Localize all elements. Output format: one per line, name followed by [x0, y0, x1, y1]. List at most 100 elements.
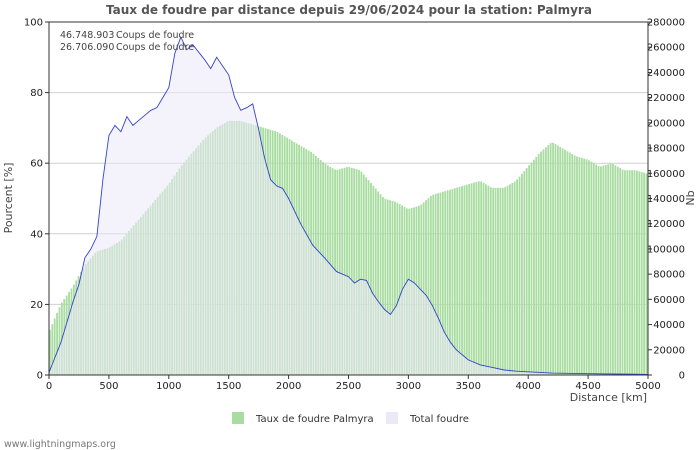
bar	[612, 163, 614, 375]
bar	[585, 159, 588, 375]
bar	[542, 149, 545, 375]
bar	[631, 170, 634, 375]
bar	[521, 173, 523, 375]
legend-item-total[interactable]: Total foudre	[386, 412, 469, 425]
y-left-tick-label: 80	[30, 88, 43, 99]
y-right-tick-label: 240000	[647, 68, 685, 79]
bar	[475, 181, 478, 375]
bar	[566, 151, 569, 375]
footer-site-link[interactable]: www.lightningmaps.org	[4, 439, 116, 450]
y-right-tick-label: 0	[679, 371, 685, 382]
bar	[530, 162, 533, 375]
legend-swatch	[232, 412, 244, 424]
chart: Taux de foudre par distance depuis 29/06…	[2, 3, 697, 450]
bar	[480, 181, 483, 375]
bar	[609, 163, 612, 375]
bar	[525, 168, 528, 375]
bar	[518, 176, 521, 375]
x-tick-label: 1500	[216, 381, 241, 392]
y-right-tick-label: 220000	[647, 93, 685, 104]
legend-label: Total foudre	[409, 414, 469, 425]
x-tick-label: 3000	[396, 381, 421, 392]
bar	[456, 187, 459, 375]
y-right-tick-label: 120000	[647, 219, 685, 230]
chart-title: Taux de foudre par distance depuis 29/06…	[106, 3, 592, 17]
bar	[607, 164, 610, 375]
x-axis-label: Distance [km]	[570, 391, 647, 404]
y-right-tick-label: 40000	[653, 320, 685, 331]
y-left-tick-label: 20	[30, 300, 43, 311]
bar	[597, 166, 600, 375]
bar	[588, 160, 590, 375]
x-tick-label: 2000	[276, 381, 301, 392]
legend-swatch	[386, 412, 398, 424]
bar	[633, 170, 636, 375]
y-left-tick-label: 60	[30, 159, 43, 170]
bar	[568, 152, 571, 375]
bar	[621, 169, 624, 375]
bar	[614, 165, 617, 375]
bar	[640, 172, 643, 375]
y-left-tick-label: 100	[24, 18, 43, 29]
legend: Taux de foudre Palmyra Total foudre	[232, 412, 469, 425]
y-right-tick-label: 140000	[647, 194, 685, 205]
legend-item-taux[interactable]: Taux de foudre Palmyra	[232, 412, 374, 425]
x-axis: 0 500 1000 1500 2000 2500 3000 3500 4000 4500 5000	[46, 375, 661, 392]
y-right-tick-label: 200000	[647, 118, 685, 129]
stat-label: Coups de foudre	[116, 30, 194, 41]
bar	[494, 187, 497, 375]
bar	[580, 157, 583, 375]
bar	[477, 181, 480, 375]
x-tick-label: 4000	[515, 381, 540, 392]
bar	[523, 170, 526, 375]
y-right-tick-label: 80000	[653, 270, 685, 281]
bar	[544, 147, 547, 375]
y-axis-left: 0 20 40 60 80 100	[24, 18, 49, 382]
bar	[532, 159, 535, 375]
x-tick-label: 3500	[456, 381, 481, 392]
legend-label: Taux de foudre Palmyra	[255, 414, 374, 425]
bar	[556, 145, 559, 375]
bar	[626, 170, 629, 375]
bar	[583, 158, 586, 375]
bar	[458, 186, 461, 375]
y-axis-right-label: Nb	[684, 190, 697, 205]
y-right-tick-label: 100000	[647, 244, 685, 255]
bar	[547, 145, 550, 375]
bar	[564, 149, 566, 375]
bar	[573, 155, 576, 375]
x-tick-label: 500	[99, 381, 118, 392]
bar	[643, 172, 646, 375]
bar	[537, 154, 540, 375]
bar	[511, 182, 514, 375]
bar	[552, 142, 554, 375]
bar	[624, 170, 626, 375]
bar	[487, 185, 490, 375]
stat-value: 46.748.903	[60, 30, 114, 41]
y-right-tick-label: 20000	[653, 345, 685, 356]
bar	[513, 181, 516, 375]
bar	[604, 164, 607, 375]
bar	[540, 151, 542, 375]
bar	[590, 161, 593, 375]
bar	[461, 186, 463, 375]
bar	[504, 187, 507, 375]
bar	[549, 143, 552, 375]
bar	[636, 170, 638, 375]
bar	[468, 184, 471, 375]
bar	[571, 154, 574, 375]
y-left-tick-label: 0	[37, 371, 43, 382]
stat-value: 26.706.090	[60, 42, 114, 53]
bar	[602, 165, 605, 375]
bar	[628, 170, 631, 375]
bar	[535, 156, 538, 375]
bar	[561, 148, 564, 375]
bar	[497, 187, 499, 375]
bar	[485, 184, 487, 375]
y-axis-right: 0 20000 40000 60000 80000 100000 120000 140000 1…	[647, 18, 685, 382]
bar	[592, 163, 595, 375]
y-axis-left-label: Pourcent [%]	[2, 163, 15, 234]
bar	[576, 156, 578, 375]
y-right-tick-label: 160000	[647, 169, 685, 180]
bar	[501, 187, 504, 375]
